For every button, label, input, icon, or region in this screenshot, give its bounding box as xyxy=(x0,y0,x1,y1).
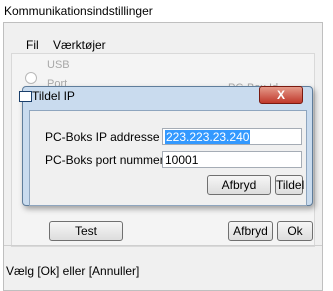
assign-button[interactable]: Tildel xyxy=(275,175,304,195)
port-number-value: 10001 xyxy=(165,153,199,167)
port-number-input[interactable]: 10001 xyxy=(162,151,302,168)
window-icon xyxy=(19,91,32,102)
port-number-label: PC-Boks port nummer xyxy=(45,153,164,167)
test-button[interactable]: Test xyxy=(49,221,123,241)
dialog-title: Tildel IP xyxy=(32,89,75,103)
status-separator xyxy=(4,245,322,246)
status-text: Vælg [Ok] eller [Annuller] xyxy=(6,264,140,278)
usb-radio[interactable] xyxy=(25,72,37,84)
usb-label: USB xyxy=(47,59,70,71)
window-title: Kommunikationsindstillinger xyxy=(4,4,153,18)
ok-button[interactable]: Ok xyxy=(277,221,313,241)
dialog-cancel-button[interactable]: Afbryd xyxy=(207,175,271,195)
close-button[interactable]: X xyxy=(259,86,303,104)
cancel-button[interactable]: Afbryd xyxy=(228,221,273,241)
ip-address-input[interactable]: 223.223.23.240 xyxy=(162,128,302,145)
ip-address-label: PC-Boks IP addresse xyxy=(45,130,160,144)
menu-file[interactable]: Fil xyxy=(26,38,39,52)
ip-address-value: 223.223.23.240 xyxy=(165,130,251,144)
menu-tools[interactable]: Værktøjer xyxy=(53,38,106,52)
